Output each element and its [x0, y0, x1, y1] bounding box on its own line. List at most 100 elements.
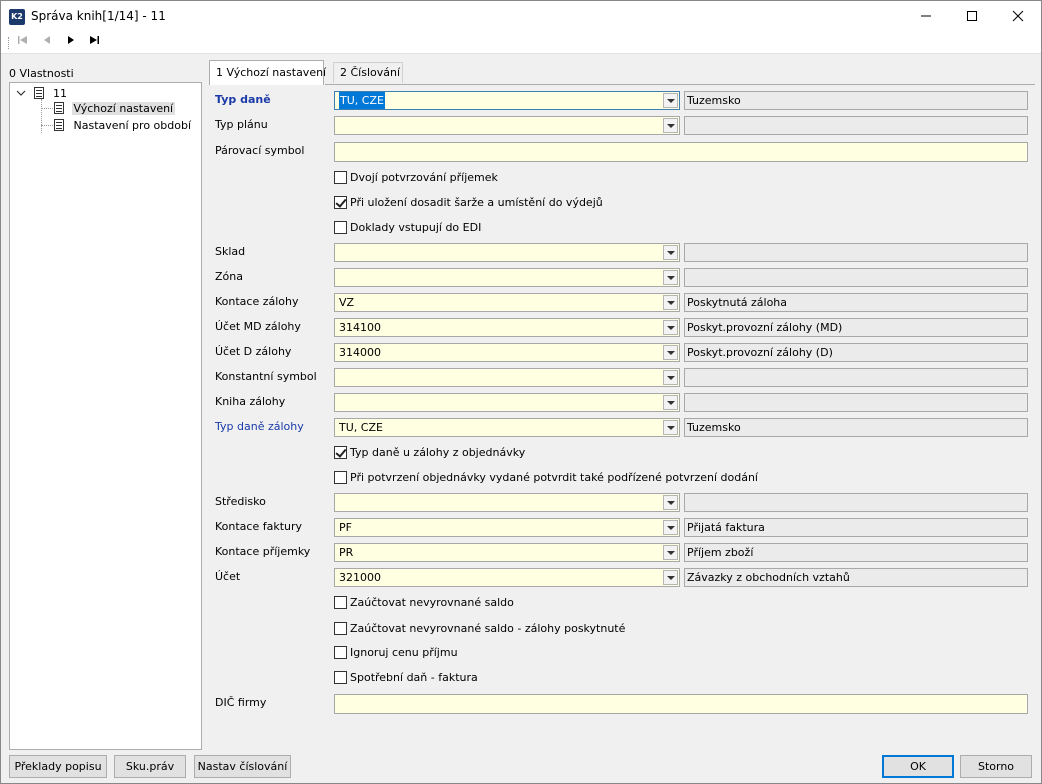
dropdown-arrow-icon[interactable]: [663, 295, 678, 310]
dropdown-arrow-icon[interactable]: [663, 370, 678, 385]
tree-root-label: 11: [53, 87, 67, 100]
chevron-down-icon[interactable]: [16, 88, 26, 98]
checkbox-unchecked-icon[interactable]: [334, 171, 347, 184]
kontace-faktury-value: PF: [339, 521, 352, 534]
typ-dane-zalohy-combo[interactable]: TU, CZE: [334, 418, 680, 437]
konstantni-symbol-combo[interactable]: [334, 368, 680, 387]
typ-dane-combo[interactable]: TU, CZE: [334, 91, 680, 110]
typ-dane-zalohy-label[interactable]: Typ daně zálohy: [215, 418, 304, 436]
dropdown-arrow-icon[interactable]: [663, 545, 678, 560]
ucet-combo[interactable]: 321000: [334, 568, 680, 587]
tab-divider: [325, 84, 1035, 85]
dropdown-arrow-icon[interactable]: [663, 245, 678, 260]
dropdown-arrow-icon[interactable]: [663, 93, 678, 108]
zauctovat-saldo-zalohy-checkbox[interactable]: Zaúčtovat nevyrovnané saldo - zálohy pos…: [334, 622, 625, 638]
toolbar-grip: [8, 37, 10, 49]
zona-combo[interactable]: [334, 268, 680, 287]
konstantni-symbol-description: [684, 368, 1028, 387]
first-record-icon: [18, 36, 27, 44]
next-record-icon: [68, 36, 74, 44]
checkbox-label: Zaúčtovat nevyrovnané saldo - zálohy pos…: [350, 622, 626, 635]
typ-planu-combo[interactable]: [334, 116, 680, 135]
typ-dane-u-zalohy-checkbox[interactable]: Typ daně u zálohy z objednávky: [334, 446, 525, 462]
tab-vychozi-nastaveni[interactable]: 1 Výchozí nastavení: [209, 60, 326, 85]
title-bar: K2 Správa knih[1/14] - 11: [1, 1, 1041, 32]
document-icon: [54, 119, 64, 131]
zona-label: Zóna: [215, 270, 243, 283]
first-record-button[interactable]: [15, 35, 31, 51]
kontace-prijemky-combo[interactable]: PR: [334, 543, 680, 562]
checkbox-checked-icon[interactable]: [334, 196, 347, 209]
ucet-d-zalohy-combo[interactable]: 314000: [334, 343, 680, 362]
sklad-description: [684, 243, 1028, 262]
ucet-d-zalohy-value: 314000: [339, 346, 381, 359]
tree-root-node[interactable]: 11: [16, 86, 67, 102]
preklady-popisu-button[interactable]: Překlady popisu: [9, 755, 107, 778]
checkbox-unchecked-icon[interactable]: [334, 471, 347, 484]
kontace-faktury-description: Přijatá faktura: [684, 518, 1028, 537]
checkbox-label: Při uložení dosadit šarže a umístění do …: [350, 196, 603, 209]
kontace-prijemky-label: Kontace příjemky: [215, 545, 311, 558]
ok-button[interactable]: OK: [882, 755, 954, 778]
minimize-button[interactable]: [903, 1, 949, 32]
sklad-combo[interactable]: [334, 243, 680, 262]
dropdown-arrow-icon[interactable]: [663, 495, 678, 510]
pri-ulozeni-checkbox[interactable]: Při uložení dosadit šarže a umístění do …: [334, 196, 603, 212]
dic-firmy-input[interactable]: [334, 694, 1028, 714]
kontace-prijemky-value: PR: [339, 546, 354, 559]
stredisko-combo[interactable]: [334, 493, 680, 512]
typ-dane-label: Typ daně: [215, 93, 271, 106]
tab-cislovani[interactable]: 2 Číslování: [333, 62, 403, 83]
properties-tree: 11 Výchozí nastavení Nastavení pro obdob…: [9, 82, 202, 750]
maximize-button[interactable]: [949, 1, 995, 32]
kniha-zalohy-combo[interactable]: [334, 393, 680, 412]
ucet-d-zalohy-description: Poskyt.provozní zálohy (D): [684, 343, 1028, 362]
dropdown-arrow-icon[interactable]: [663, 320, 678, 335]
checkbox-unchecked-icon[interactable]: [334, 671, 347, 684]
ucet-d-zalohy-label: Účet D zálohy: [215, 345, 292, 358]
checkbox-checked-icon[interactable]: [334, 446, 347, 459]
dropdown-arrow-icon[interactable]: [663, 520, 678, 535]
previous-record-button[interactable]: [39, 35, 55, 51]
nastav-cislovani-button[interactable]: Nastav číslování: [194, 755, 291, 778]
typ-planu-label: Typ plánu: [215, 118, 268, 131]
typ-dane-zalohy-description: Tuzemsko: [684, 418, 1028, 437]
last-record-icon: [90, 36, 99, 44]
ucet-md-zalohy-combo[interactable]: 314100: [334, 318, 680, 337]
checkbox-unchecked-icon[interactable]: [334, 622, 347, 635]
dropdown-arrow-icon[interactable]: [663, 420, 678, 435]
last-record-button[interactable]: [86, 35, 102, 51]
tree-item-vychozi-nastaveni[interactable]: Výchozí nastavení: [54, 101, 176, 117]
ignoruj-cenu-checkbox[interactable]: Ignoruj cenu příjmu: [334, 646, 458, 662]
document-icon: [33, 87, 44, 99]
dropdown-arrow-icon[interactable]: [663, 118, 678, 133]
dropdown-arrow-icon[interactable]: [663, 570, 678, 585]
parovaci-symbol-input[interactable]: [334, 142, 1028, 162]
checkbox-label: Dvojí potvrzování příjemek: [350, 171, 498, 184]
next-record-button[interactable]: [63, 35, 79, 51]
sku-prav-button[interactable]: Sku.práv: [114, 755, 186, 778]
dvoji-potvrzovani-checkbox[interactable]: Dvojí potvrzování příjemek: [334, 171, 498, 187]
kontace-prijemky-description: Příjem zboží: [684, 543, 1028, 562]
dropdown-arrow-icon[interactable]: [663, 270, 678, 285]
kontace-zalohy-description: Poskytnutá záloha: [684, 293, 1028, 312]
checkbox-unchecked-icon[interactable]: [334, 596, 347, 609]
typ-dane-description: Tuzemsko: [684, 91, 1028, 110]
pri-potvrzeni-checkbox[interactable]: Při potvrzení objednávky vydané potvrdit…: [334, 471, 758, 487]
checkbox-unchecked-icon[interactable]: [334, 221, 347, 234]
kontace-zalohy-combo[interactable]: VZ: [334, 293, 680, 312]
storno-button[interactable]: Storno: [960, 755, 1032, 778]
tree-item-nastaveni-pro-obdobi[interactable]: Nastavení pro období: [54, 118, 191, 134]
dropdown-arrow-icon[interactable]: [663, 395, 678, 410]
doklady-edi-checkbox[interactable]: Doklady vstupují do EDI: [334, 221, 481, 237]
checkbox-unchecked-icon[interactable]: [334, 646, 347, 659]
close-button[interactable]: [995, 1, 1041, 32]
zauctovat-saldo-checkbox[interactable]: Zaúčtovat nevyrovnané saldo: [334, 596, 514, 612]
app-window: K2 Správa knih[1/14] - 11 0 Vlastnosti 1…: [0, 0, 1042, 784]
tree-connector: [41, 108, 53, 109]
kontace-zalohy-value: VZ: [339, 296, 355, 309]
app-logo-icon: K2: [9, 9, 25, 25]
spotrebni-dan-checkbox[interactable]: Spotřební daň - faktura: [334, 671, 478, 687]
kontace-faktury-combo[interactable]: PF: [334, 518, 680, 537]
dropdown-arrow-icon[interactable]: [663, 345, 678, 360]
